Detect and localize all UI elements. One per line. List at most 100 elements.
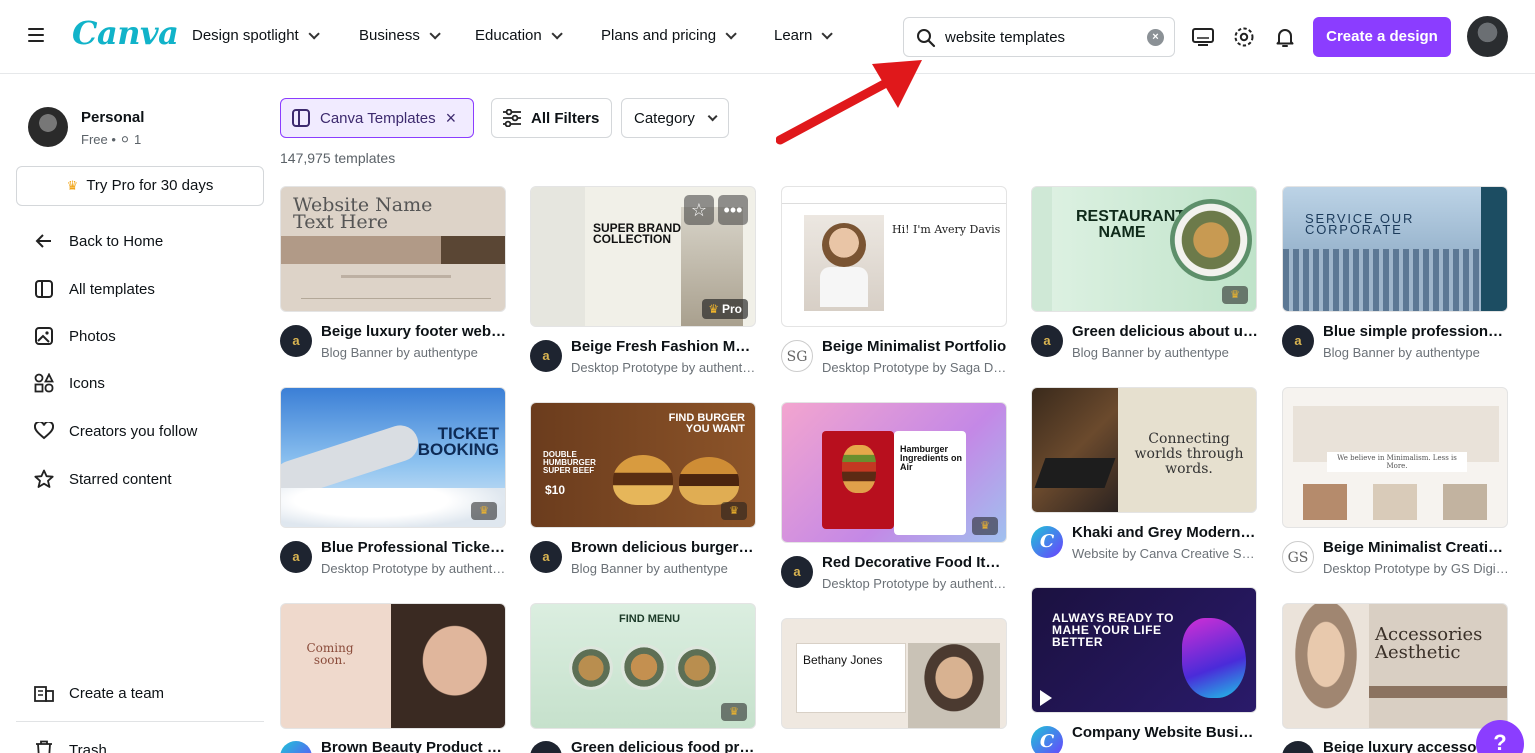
template-subtitle: Website by Canva Creative Studio [1072, 546, 1258, 561]
creator-avatar[interactable]: C [1031, 526, 1063, 558]
sidebar-item-photos[interactable]: Photos [34, 326, 116, 346]
crown-icon: ♛ [721, 703, 747, 721]
template-thumbnail[interactable]: SUPER BRAND COLLECTION ☆ ••• ♛ Pro [530, 186, 756, 327]
nav-education[interactable]: Education [475, 27, 563, 44]
creator-avatar[interactable]: a [530, 541, 562, 573]
creator-avatar[interactable]: a [530, 340, 562, 372]
template-thumbnail[interactable]: TICKET BOOKING ♛ [280, 387, 506, 528]
bell-icon[interactable] [1273, 25, 1297, 49]
person-icon: ⚪ [119, 132, 131, 147]
nav-learn[interactable]: Learn [774, 27, 834, 44]
pro-badge: ♛ Pro [702, 299, 748, 319]
search-value: website templates [945, 29, 1066, 46]
template-thumbnail[interactable]: Accessories Aesthetic [1282, 603, 1508, 729]
template-thumbnail[interactable]: Hi! I'm Avery Davis [781, 186, 1007, 327]
star-icon[interactable]: ☆ [684, 195, 714, 225]
annotation-arrow [776, 60, 922, 145]
user-avatar[interactable] [1467, 16, 1508, 57]
nav-business[interactable]: Business [359, 27, 441, 44]
try-pro-button[interactable]: ♛ Try Pro for 30 days [16, 166, 264, 206]
crown-icon: ♛ [1222, 286, 1248, 304]
template-title[interactable]: Brown delicious burger coupon [571, 539, 757, 556]
sidebar-item-trash[interactable]: Trash [34, 740, 107, 753]
account-name[interactable]: Personal [81, 109, 144, 126]
template-subtitle: Blog Banner by authentype [1072, 345, 1229, 360]
template-title[interactable]: Green delicious about us website [1072, 323, 1258, 340]
template-subtitle: Desktop Prototype by Saga Design [822, 360, 1008, 375]
template-title[interactable]: Red Decorative Food Items [822, 554, 1008, 571]
template-title[interactable]: Blue Professional Ticket Booking [321, 539, 507, 556]
creator-avatar[interactable]: a [781, 556, 813, 588]
template-thumbnail[interactable]: We believe in Minimalism. Less is More. [1282, 387, 1508, 528]
search-input[interactable]: website templates × [903, 17, 1175, 57]
sidebar-item-icons[interactable]: Icons [34, 373, 105, 393]
heart-icon [34, 421, 54, 441]
template-thumbnail[interactable]: RESTAURANT NAME ♛ [1031, 186, 1257, 312]
crown-icon: ♛ [972, 517, 998, 535]
template-count: 147,975 templates [280, 150, 396, 166]
account-plan: Free • ⚪ 1 [81, 132, 142, 147]
canva-logo[interactable]: Canva [72, 14, 179, 52]
template-subtitle: Blog Banner by authentype [1323, 345, 1480, 360]
template-thumbnail[interactable]: Bethany Jones [781, 618, 1007, 729]
nav-design-spotlight[interactable]: Design spotlight [192, 27, 320, 44]
canva-templates-filter[interactable]: Canva Templates × [280, 98, 474, 138]
template-thumbnail[interactable]: FIND BURGER YOU WANT DOUBLE HUMBURGER SU… [530, 402, 756, 528]
template-thumbnail[interactable]: SERVICE OUR CORPORATE [1282, 186, 1508, 312]
search-icon [917, 29, 936, 48]
template-thumbnail[interactable]: Coming soon. [280, 603, 506, 729]
template-subtitle: Blog Banner by authentype [321, 345, 478, 360]
template-subtitle: Desktop Prototype by authentype [321, 561, 507, 576]
template-thumbnail[interactable]: Website Name Text Here [280, 186, 506, 312]
template-title[interactable]: Beige Fresh Fashion Marketing [571, 338, 757, 355]
chevron-down-icon [707, 110, 718, 121]
creator-avatar[interactable]: GS [1282, 541, 1314, 573]
sidebar-item-starred[interactable]: Starred content [34, 469, 172, 489]
template-thumbnail[interactable]: Hamburger Ingredients on Air ♛ [781, 402, 1007, 543]
gear-icon[interactable] [1232, 25, 1256, 49]
shapes-icon [34, 373, 54, 393]
more-options-icon[interactable]: ••• [718, 195, 748, 225]
account-avatar[interactable] [28, 107, 68, 147]
templates-icon [34, 279, 54, 299]
sidebar-divider [16, 721, 264, 722]
sliders-icon [503, 109, 521, 127]
template-title[interactable]: Beige luxury footer website [321, 323, 507, 340]
category-dropdown[interactable]: Category [621, 98, 729, 138]
template-title[interactable]: Green delicious food promotion [571, 739, 757, 753]
create-team-button[interactable]: Create a team [34, 683, 164, 703]
creator-avatar[interactable]: a [1282, 741, 1314, 753]
sidebar-item-all-templates[interactable]: All templates [34, 279, 155, 299]
template-title[interactable]: Brown Beauty Product Landing [321, 739, 507, 753]
creator-avatar[interactable]: a [530, 741, 562, 753]
template-title[interactable]: Company Website Business [1072, 724, 1258, 741]
template-title[interactable]: Blue simple professional website [1323, 323, 1509, 340]
template-thumbnail[interactable]: FIND MENU ♛ [530, 603, 756, 729]
template-title[interactable]: Khaki and Grey Modern Photography [1072, 524, 1258, 541]
sidebar-item-back-home[interactable]: Back to Home [34, 231, 163, 251]
creator-avatar[interactable]: a [280, 541, 312, 573]
close-icon[interactable]: × [446, 108, 457, 129]
template-thumbnail[interactable]: ALWAYS READY TO MAHE YOUR LIFE BETTER [1031, 587, 1257, 713]
nav-plans-pricing[interactable]: Plans and pricing [601, 27, 737, 44]
template-subtitle: Desktop Prototype by GS Digital [1323, 561, 1509, 576]
creator-avatar[interactable]: a [1031, 325, 1063, 357]
create-design-button[interactable]: Create a design [1313, 17, 1451, 57]
chevron-down-icon [308, 27, 320, 40]
play-icon[interactable] [1040, 690, 1052, 706]
creator-avatar[interactable]: a [1282, 325, 1314, 357]
creator-avatar[interactable] [280, 741, 312, 753]
team-icon [34, 683, 54, 703]
creator-avatar[interactable]: C [1031, 726, 1063, 753]
chevron-down-icon [821, 27, 834, 40]
all-filters-button[interactable]: All Filters [491, 98, 612, 138]
sidebar-item-creators[interactable]: Creators you follow [34, 421, 197, 441]
menu-icon[interactable] [28, 28, 44, 44]
template-thumbnail[interactable]: Connecting worlds through words. [1031, 387, 1257, 513]
creator-avatar[interactable]: a [280, 325, 312, 357]
template-title[interactable]: Beige Minimalist Portfolio [822, 338, 1008, 355]
template-title[interactable]: Beige Minimalist Creative Studio [1323, 539, 1509, 556]
desktop-icon[interactable] [1191, 25, 1215, 49]
clear-icon[interactable]: × [1147, 29, 1164, 46]
creator-avatar[interactable]: SG [781, 340, 813, 372]
